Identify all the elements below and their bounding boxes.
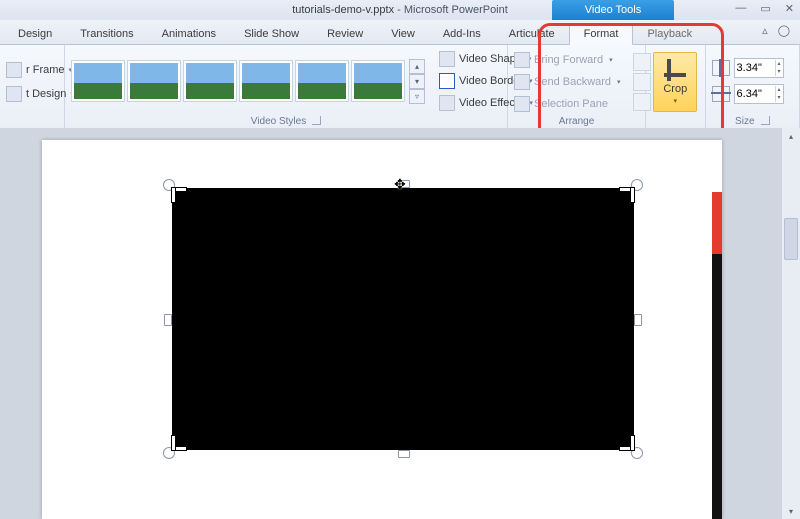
height-row: ▴▾ xyxy=(712,57,784,79)
ribbon-tabstrip: Design Transitions Animations Slide Show… xyxy=(0,20,800,45)
video-placeholder[interactable] xyxy=(172,188,634,450)
document-filename: tutorials-demo-v.pptx xyxy=(292,4,394,16)
crop-button[interactable]: Crop ▾ xyxy=(653,52,697,112)
height-field[interactable] xyxy=(735,62,775,74)
title-separator: - xyxy=(397,4,404,16)
bring-forward-button[interactable]: Bring Forward▾ xyxy=(514,50,621,70)
slide-black-strip xyxy=(712,254,722,519)
vertical-scrollbar[interactable]: ▴ ▾ xyxy=(781,128,800,519)
tab-playback[interactable]: Playback xyxy=(633,24,706,44)
group-label-video-styles: Video Styles xyxy=(71,115,501,129)
send-backward-icon xyxy=(514,74,530,90)
app-name: Microsoft PowerPoint xyxy=(404,4,508,16)
height-icon xyxy=(712,60,730,76)
reset-design-icon xyxy=(6,86,22,102)
help-icon[interactable]: ◯ xyxy=(778,24,790,37)
video-effects-icon xyxy=(439,95,455,111)
slide-red-strip xyxy=(712,192,722,254)
resize-handle-w[interactable] xyxy=(164,314,172,326)
selection-pane-icon xyxy=(514,96,530,112)
style-thumb[interactable] xyxy=(295,60,349,102)
tab-design[interactable]: Design xyxy=(4,24,66,44)
ribbon: r Frame▾ t Design▾ ▴ ▾ ▿ Video Shape▾ xyxy=(0,45,800,130)
group-video-styles: ▴ ▾ ▿ Video Shape▾ Video Border▾ Video E… xyxy=(65,45,508,129)
reset-design-button[interactable]: t Design▾ xyxy=(6,84,74,104)
gallery-more-button[interactable]: ▿ xyxy=(409,89,425,104)
style-thumb[interactable] xyxy=(351,60,405,102)
style-thumb[interactable] xyxy=(71,60,125,102)
video-shape-icon xyxy=(439,51,455,67)
spin-up-icon[interactable]: ▴ xyxy=(775,60,783,68)
group-label-size: Size xyxy=(712,115,793,129)
resize-handle-e[interactable] xyxy=(634,314,642,326)
group-size: ▴▾ ▴▾ Size xyxy=(706,45,800,129)
tab-add-ins[interactable]: Add-Ins xyxy=(429,24,495,44)
scroll-up-button[interactable]: ▴ xyxy=(782,128,800,144)
height-input[interactable]: ▴▾ xyxy=(734,58,784,78)
tab-review[interactable]: Review xyxy=(313,24,377,44)
spin-down-icon[interactable]: ▾ xyxy=(775,94,783,102)
slide-canvas[interactable]: ✥ xyxy=(42,140,722,519)
scroll-thumb[interactable] xyxy=(784,218,798,260)
width-field[interactable] xyxy=(735,88,775,100)
poster-frame-button[interactable]: r Frame▾ xyxy=(6,60,72,80)
spin-down-icon[interactable]: ▾ xyxy=(775,68,783,76)
document-area: ✥ ▴ ▾ xyxy=(0,128,800,519)
bring-forward-icon xyxy=(514,52,530,68)
tab-format[interactable]: Format xyxy=(569,23,634,45)
resize-handle-s[interactable] xyxy=(398,450,410,458)
gallery-up-button[interactable]: ▴ xyxy=(409,59,425,74)
width-row: ▴▾ xyxy=(712,83,784,105)
move-cursor-icon: ✥ xyxy=(394,176,406,193)
width-input[interactable]: ▴▾ xyxy=(734,84,784,104)
title-bar: tutorials-demo-v.pptx - Microsoft PowerP… xyxy=(0,0,800,20)
ribbon-minimize-icon[interactable]: ▵ xyxy=(762,24,768,37)
close-button[interactable]: ✕ xyxy=(785,2,794,15)
style-thumb[interactable] xyxy=(239,60,293,102)
scroll-down-button[interactable]: ▾ xyxy=(782,503,800,519)
width-icon xyxy=(712,86,730,102)
tab-articulate[interactable]: Articulate xyxy=(495,24,569,44)
tab-transitions[interactable]: Transitions xyxy=(66,24,147,44)
minimize-button[interactable]: ― xyxy=(735,2,746,15)
group-arrange: Bring Forward▾ Send Backward▾ Selection … xyxy=(508,45,646,129)
send-backward-button[interactable]: Send Backward▾ xyxy=(514,72,621,92)
video-styles-gallery[interactable]: ▴ ▾ ▿ xyxy=(71,59,425,104)
tab-slide-show[interactable]: Slide Show xyxy=(230,24,313,44)
style-thumb[interactable] xyxy=(127,60,181,102)
spin-up-icon[interactable]: ▴ xyxy=(775,86,783,94)
tab-animations[interactable]: Animations xyxy=(148,24,230,44)
group-adjust-partial: r Frame▾ t Design▾ xyxy=(0,45,65,129)
window-controls: ― ▭ ✕ xyxy=(735,2,794,15)
group-crop: Crop ▾ xyxy=(646,45,706,129)
contextual-tab-video-tools: Video Tools xyxy=(552,0,674,20)
crop-icon xyxy=(664,59,686,81)
tab-view[interactable]: View xyxy=(377,24,429,44)
selection-pane-button[interactable]: Selection Pane xyxy=(514,94,621,114)
gallery-scroll: ▴ ▾ ▿ xyxy=(409,59,425,104)
window-title: tutorials-demo-v.pptx - Microsoft PowerP… xyxy=(0,4,800,16)
style-thumb[interactable] xyxy=(183,60,237,102)
video-border-icon xyxy=(439,73,455,89)
poster-frame-icon xyxy=(6,62,22,78)
restore-button[interactable]: ▭ xyxy=(760,2,770,15)
gallery-down-button[interactable]: ▾ xyxy=(409,74,425,89)
